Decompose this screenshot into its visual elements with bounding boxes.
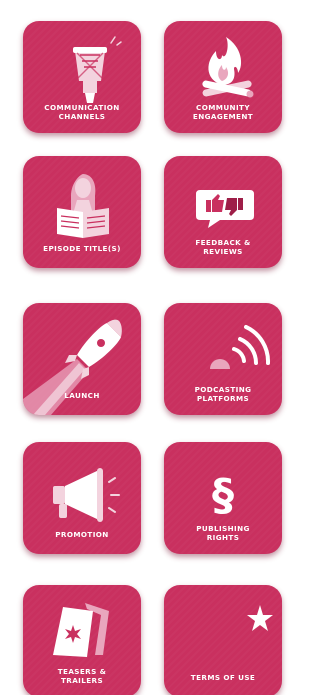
tile-community-engagement[interactable]: COMMUNITY ENGAGEMENT: [164, 21, 282, 133]
tile-feedback-reviews[interactable]: FEEDBACK & REVIEWS: [164, 156, 282, 268]
tile-label: PODCASTING PLATFORMS: [194, 385, 252, 403]
tile-label: PUBLISHING RIGHTS: [196, 524, 250, 542]
tile-teasers-trailers[interactable]: TEASERS & TRAILERS: [23, 585, 141, 695]
topic-tile-grid: COMMUNICATION CHANNELS COMMUNITY ENGAGEM…: [0, 0, 282, 695]
tile-publishing-rights[interactable]: § PUBLISHING RIGHTS: [164, 442, 282, 554]
tile-label: PROMOTION: [55, 530, 109, 539]
tile-label: LAUNCH: [64, 391, 100, 400]
tile-label: TEASERS & TRAILERS: [57, 667, 107, 685]
tile-terms-of-use[interactable]: TERMS OF USE: [164, 585, 282, 695]
tile-podcasting-platforms[interactable]: PODCASTING PLATFORMS: [164, 303, 282, 415]
tile-episode-titles[interactable]: EPISODE TITLE(S): [23, 156, 141, 268]
tile-communication-channels[interactable]: COMMUNICATION CHANNELS: [23, 21, 141, 133]
tile-promotion[interactable]: PROMOTION: [23, 442, 141, 554]
section-glyph: §: [212, 470, 234, 521]
tile-label: FEEDBACK & REVIEWS: [195, 238, 251, 256]
tile-launch[interactable]: LAUNCH: [23, 303, 141, 415]
tile-label: COMMUNITY ENGAGEMENT: [192, 103, 254, 121]
tile-label: TERMS OF USE: [190, 673, 256, 682]
tile-label: COMMUNICATION CHANNELS: [44, 103, 120, 121]
tile-label: EPISODE TITLE(S): [43, 244, 121, 253]
